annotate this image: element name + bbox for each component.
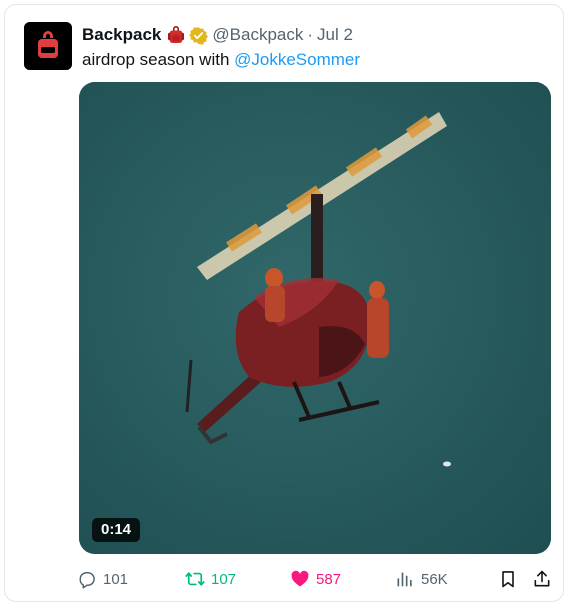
separator-dot: · <box>307 25 314 44</box>
backpack-emoji-icon <box>166 25 186 45</box>
reply-count: 101 <box>103 570 129 588</box>
tweet-text-body: airdrop season with <box>82 50 235 69</box>
like-button[interactable]: 587 <box>290 567 341 591</box>
bookmark-button[interactable] <box>498 567 518 591</box>
views-icon <box>397 572 412 587</box>
like-count: 587 <box>316 570 342 588</box>
tweet-card[interactable]: Backpack @Backpack · Jul 2 airdrop seaso… <box>4 4 564 602</box>
mention-link[interactable]: @JokkeSommer <box>234 50 360 69</box>
tweet-header: Backpack @Backpack · Jul 2 <box>82 24 353 46</box>
video-duration: 0:14 <box>92 518 141 542</box>
action-bar: 101 107 587 56K <box>77 567 555 591</box>
avatar[interactable] <box>24 22 72 70</box>
retweet-count: 107 <box>211 570 237 588</box>
author-handle[interactable]: @Backpack <box>212 24 303 46</box>
author-name[interactable]: Backpack <box>82 24 161 46</box>
views-button[interactable]: 56K <box>395 567 448 591</box>
verified-badge-icon[interactable] <box>189 26 209 45</box>
views-count: 56K <box>421 570 448 588</box>
video-player[interactable]: 0:14 <box>79 82 551 554</box>
share-icon <box>534 570 550 587</box>
heart-icon <box>291 570 309 587</box>
tweet-text: airdrop season with @JokkeSommer <box>82 49 360 71</box>
backpack-logo-icon <box>24 22 72 70</box>
bookmark-icon <box>502 571 514 588</box>
retweet-icon <box>185 572 205 586</box>
reply-button[interactable]: 101 <box>77 567 128 591</box>
helicopter-video-frame <box>79 82 551 554</box>
retweet-button[interactable]: 107 <box>185 567 236 591</box>
reply-icon <box>79 572 95 589</box>
share-button[interactable] <box>532 567 552 591</box>
tweet-date[interactable]: Jul 2 <box>317 24 353 46</box>
